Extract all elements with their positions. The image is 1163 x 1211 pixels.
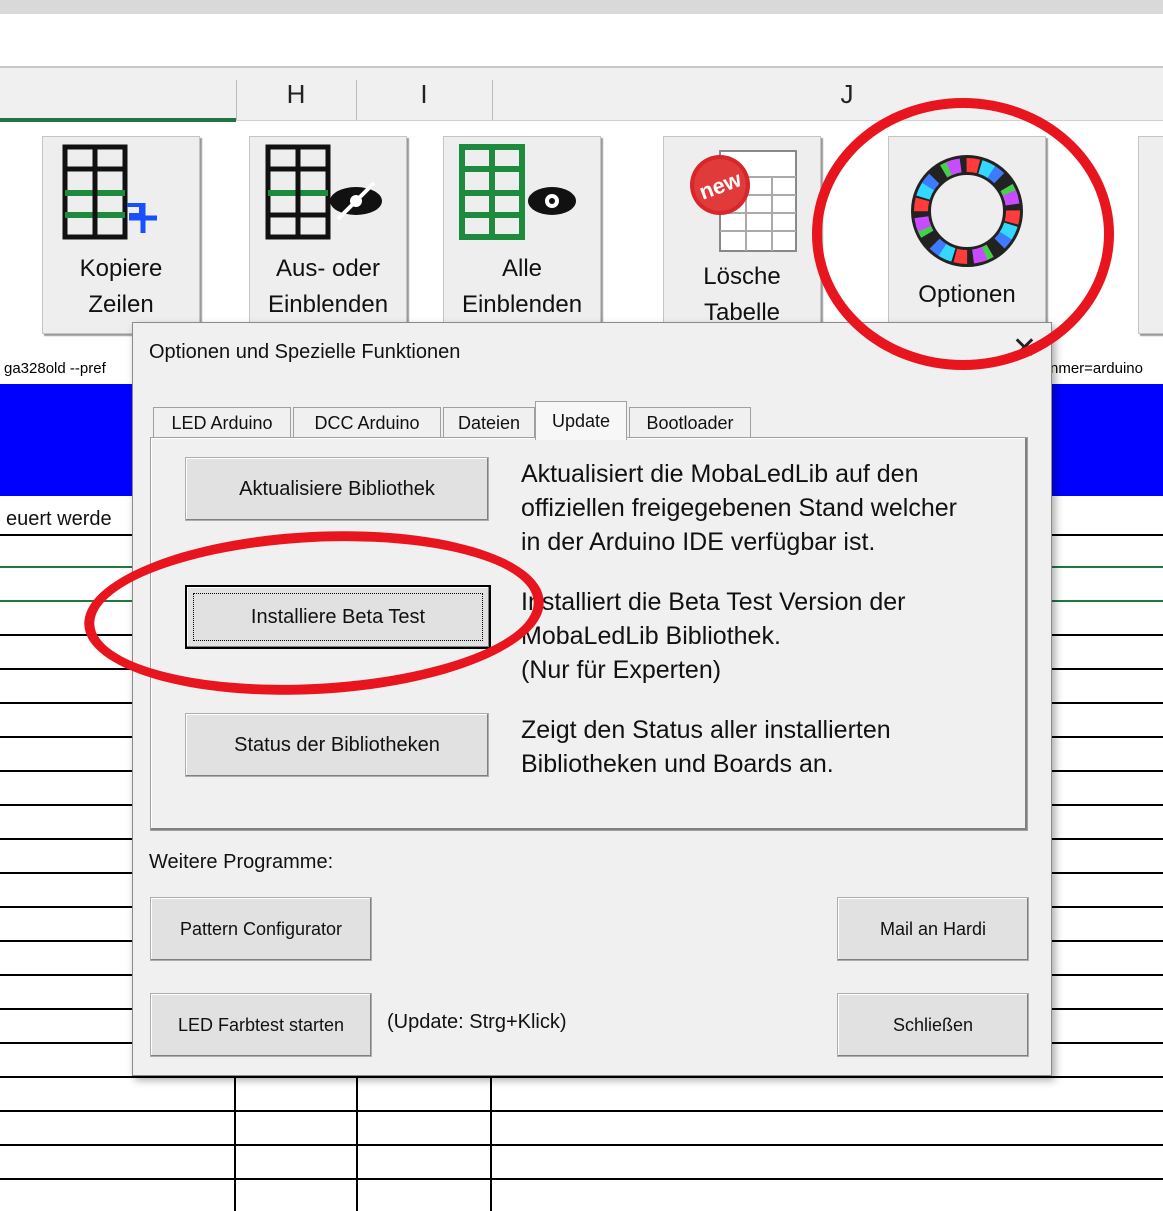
window-top-strip xyxy=(0,0,1163,14)
partial-ribbon-button[interactable] xyxy=(1138,136,1163,334)
hide-rows-button[interactable]: Aus- oder Einblenden xyxy=(249,136,407,334)
led-ring-icon xyxy=(911,155,1023,267)
column-header-row: H I J xyxy=(0,68,1163,122)
ribbon-label: Zeilen xyxy=(88,291,154,318)
description-line: in der Arduino IDE verfügbar ist. xyxy=(521,528,876,556)
update-library-button[interactable]: Aktualisiere Bibliothek xyxy=(185,457,489,521)
copy-rows-icon xyxy=(62,144,157,240)
new-table-icon: new xyxy=(690,150,797,252)
grid-line xyxy=(0,1110,1163,1112)
library-status-button[interactable]: Status der Bibliotheken xyxy=(185,713,489,777)
description-line: Bibliotheken und Boards an. xyxy=(521,750,834,778)
install-beta-button[interactable]: Installiere Beta Test xyxy=(185,585,491,649)
description-line: offiziellen freigegebenen Stand welcher xyxy=(521,494,957,522)
cell-text: euert werde xyxy=(6,508,112,530)
description-line: Zeigt den Status aller installierten xyxy=(521,716,891,744)
tab-led-arduino[interactable]: LED Arduino xyxy=(153,407,291,438)
focus-ring xyxy=(193,593,483,641)
description-line: Aktualisiert die MobaLedLib auf den xyxy=(521,460,919,488)
pattern-configurator-button[interactable]: Pattern Configurator xyxy=(150,897,372,961)
description-line: (Nur für Experten) xyxy=(521,656,722,684)
formula-bar[interactable] xyxy=(0,14,1163,68)
grid-line xyxy=(0,1144,1163,1146)
description-line: Installiert die Beta Test Version der xyxy=(521,588,906,616)
close-dialog-button[interactable]: Schließen xyxy=(837,993,1029,1057)
update-library-description: Aktualisiert die MobaLedLib auf den offi… xyxy=(521,457,957,559)
tab-dcc-arduino[interactable]: DCC Arduino xyxy=(293,407,441,438)
ribbon-label: Einblenden xyxy=(267,291,389,318)
ribbon-label: Kopiere xyxy=(79,255,163,282)
clear-table-button[interactable]: new Lösche Tabelle xyxy=(663,136,821,334)
install-beta-description: Installiert die Beta Test Version der Mo… xyxy=(521,585,905,687)
grid-column-line xyxy=(356,1074,358,1211)
ribbon-label: Alle xyxy=(501,255,543,282)
show-all-icon xyxy=(459,144,576,240)
led-color-test-button[interactable]: LED Farbtest starten xyxy=(150,993,372,1057)
options-dialog: Optionen und Spezielle Funktionen ✕ LED … xyxy=(132,322,1052,1076)
tab-dateien[interactable]: Dateien xyxy=(443,407,535,438)
ribbon-label: Einblenden xyxy=(461,291,583,318)
column-header-i[interactable]: I xyxy=(356,68,492,120)
command-line-left: ga328old --pref xyxy=(4,360,106,377)
dialog-title: Optionen und Spezielle Funktionen xyxy=(149,341,461,363)
selected-column-indicator xyxy=(0,118,236,122)
tab-update[interactable]: Update xyxy=(535,401,627,440)
other-programs-label: Weitere Programme: xyxy=(149,851,334,873)
close-icon[interactable]: ✕ xyxy=(1012,331,1037,366)
ribbon-label: Lösche xyxy=(703,263,781,290)
mail-hardi-button[interactable]: Mail an Hardi xyxy=(837,897,1029,961)
hide-rows-icon xyxy=(265,144,382,240)
show-all-button[interactable]: Alle Einblenden xyxy=(443,136,601,334)
tab-bootloader[interactable]: Bootloader xyxy=(629,407,751,438)
column-header-h[interactable]: H xyxy=(236,68,356,120)
ribbon-label: Optionen xyxy=(918,281,1016,308)
copy-rows-button[interactable]: Kopiere Zeilen xyxy=(42,136,200,334)
description-line: MobaLedLib Bibliothek. xyxy=(521,622,781,650)
ribbon-label: Aus- oder xyxy=(275,255,381,282)
grid-column-line xyxy=(490,1074,492,1211)
update-hint: (Update: Strg+Klick) xyxy=(387,1011,567,1033)
column-header-j[interactable]: J xyxy=(492,68,1163,120)
command-line-right: nmer=arduino xyxy=(1050,360,1143,377)
options-button[interactable]: Optionen xyxy=(888,136,1046,334)
grid-column-line xyxy=(234,1074,236,1211)
library-status-description: Zeigt den Status aller installierten Bib… xyxy=(521,713,891,781)
grid-line xyxy=(0,1076,1163,1078)
grid-line xyxy=(0,1178,1163,1180)
